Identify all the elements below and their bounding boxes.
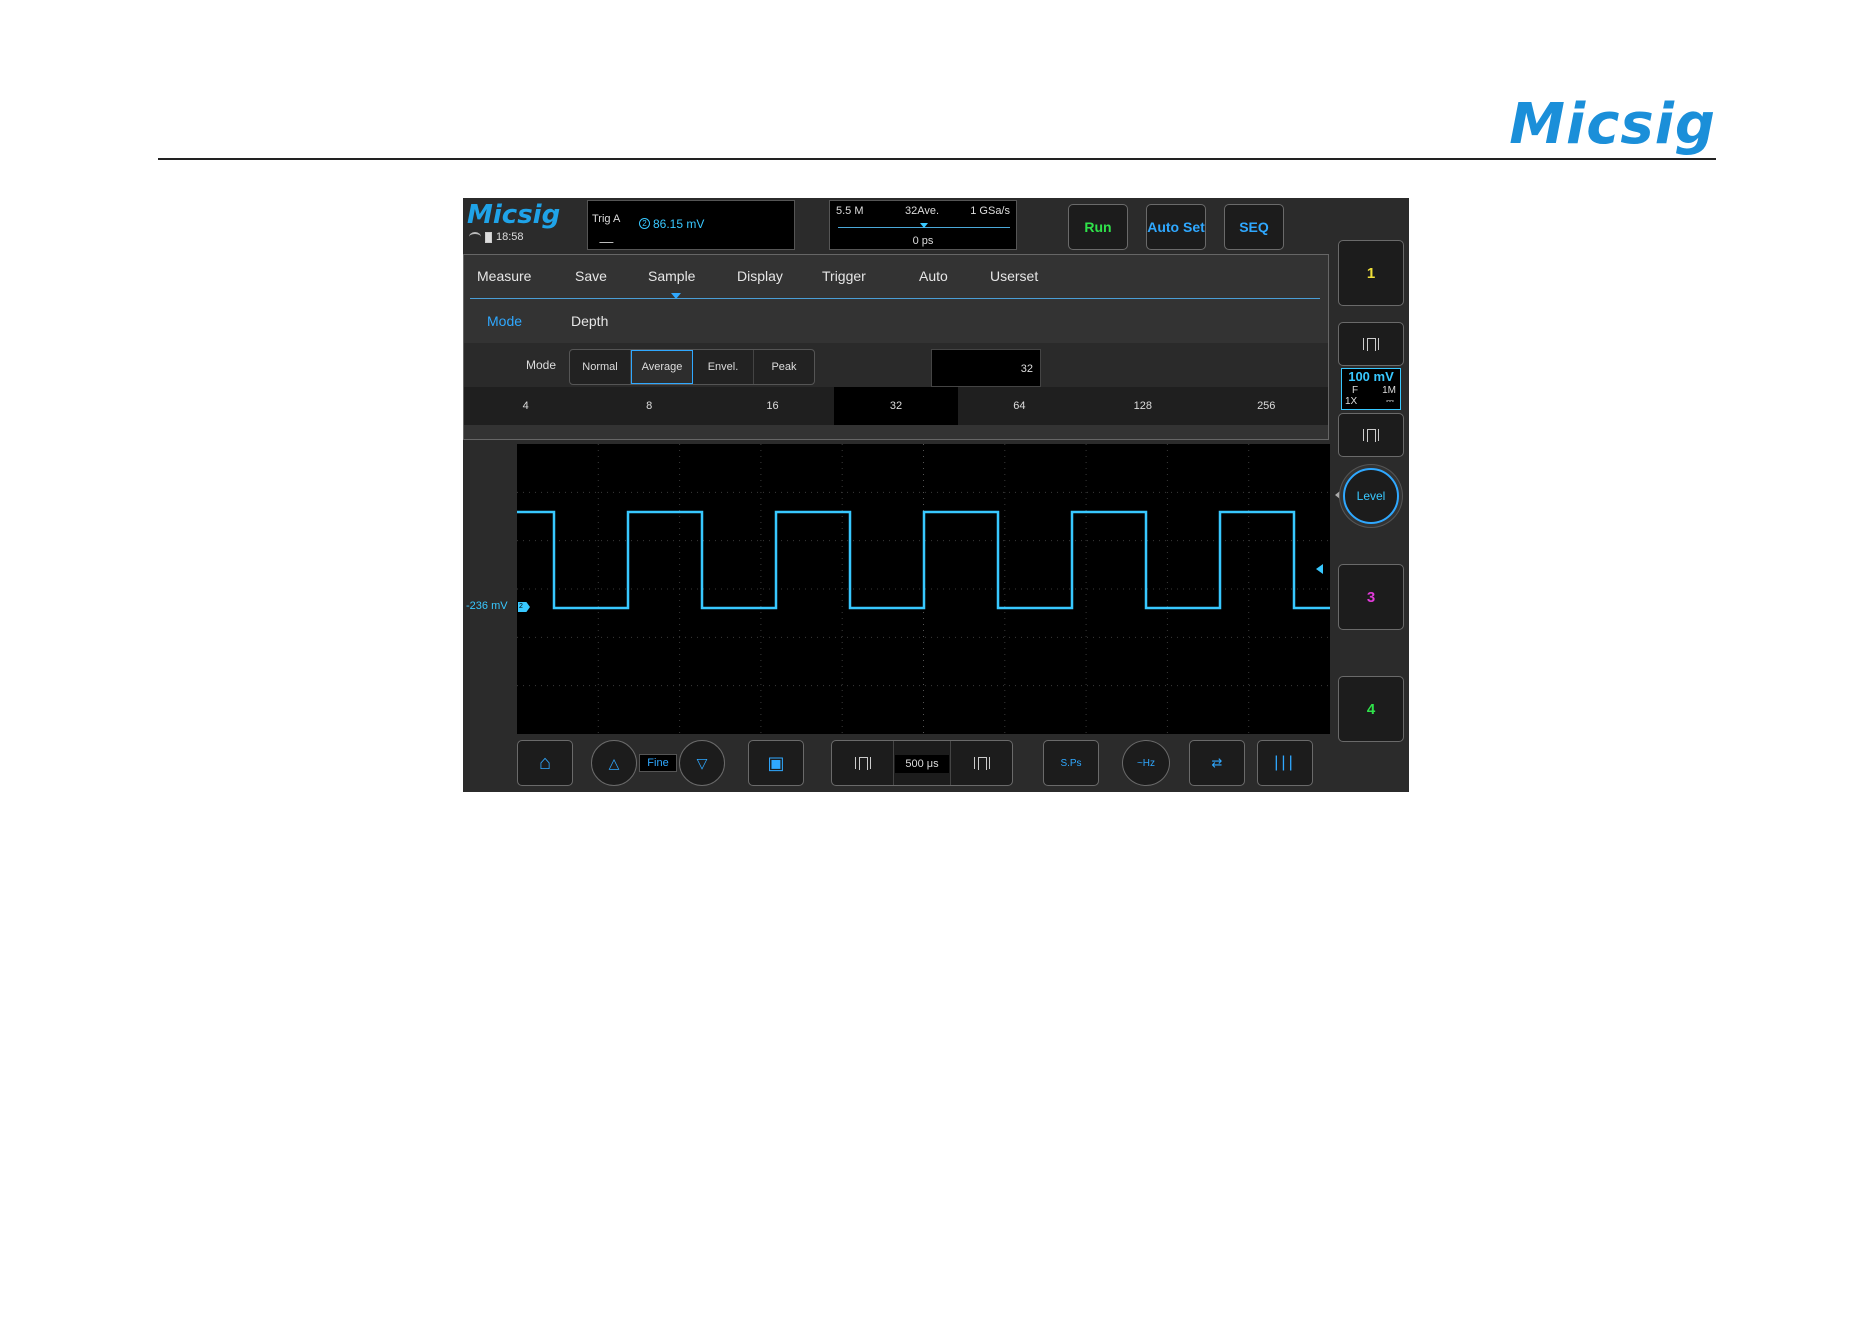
fine-up-button[interactable]: △ xyxy=(591,740,637,786)
level-pointer-icon xyxy=(1335,491,1340,499)
subtab-depth[interactable]: Depth xyxy=(571,313,608,329)
swap-icon: ⇄ xyxy=(1211,755,1223,770)
tab-measure[interactable]: Measure xyxy=(477,268,531,284)
average-count-options: 4 8 16 32 64 128 256 xyxy=(464,387,1328,425)
tab-underline xyxy=(470,298,1320,299)
average-count-field[interactable]: 32 xyxy=(931,349,1041,387)
tab-sample[interactable]: Sample xyxy=(648,268,695,284)
save-icon: ▣ xyxy=(767,752,785,773)
channel-1-button[interactable]: 1 xyxy=(1338,240,1404,306)
trigger-position-marker xyxy=(920,223,928,228)
memory-depth: 5.5 M xyxy=(836,205,864,217)
run-button[interactable]: Run xyxy=(1068,204,1128,250)
pulse-icon xyxy=(1363,429,1379,442)
count-option-256[interactable]: 256 xyxy=(1205,387,1328,425)
cursor-button[interactable]: ||| xyxy=(1257,740,1313,786)
oscilloscope-screen: Micsig 18:58 Trig A 2 86.15 mV 5.5 M 32A… xyxy=(463,198,1409,792)
count-option-16[interactable]: 16 xyxy=(711,387,834,425)
channel-2-info[interactable]: 100 mV F 1M 1X ⎓ xyxy=(1341,368,1401,410)
trigger-level-value: 86.15 mV xyxy=(653,217,705,231)
mode-label: Mode xyxy=(526,358,557,372)
count-option-128[interactable]: 128 xyxy=(1081,387,1204,425)
trigger-channel-badge: 2 xyxy=(639,218,650,229)
mode-peak-button[interactable]: Peak xyxy=(754,350,814,384)
triangle-down-icon: ▽ xyxy=(696,754,708,771)
timebase-decrease-button[interactable] xyxy=(832,741,894,785)
manual-page: Micsig Micsig 18:58 Trig A 2 86.15 mV 5.… xyxy=(0,0,1872,1324)
scope-logo: Micsig xyxy=(467,200,561,230)
status-row: 18:58 xyxy=(469,231,524,243)
average-count: 32Ave. xyxy=(905,205,940,217)
tab-userset[interactable]: Userset xyxy=(990,268,1038,284)
horizontal-offset: 0 ps xyxy=(912,235,934,247)
home-button[interactable]: ⌂ xyxy=(517,740,573,786)
pulse-train-icon xyxy=(854,757,871,770)
wifi-icon xyxy=(469,232,481,242)
autoset-button[interactable]: Auto Set xyxy=(1146,204,1206,250)
pulse-icon xyxy=(973,757,990,770)
seq-button[interactable]: SEQ xyxy=(1224,204,1284,250)
rising-edge-icon xyxy=(599,233,619,243)
timebase-increase-button[interactable] xyxy=(950,741,1012,785)
mode-normal-button[interactable]: Normal xyxy=(570,350,631,384)
sample-menu-panel: Measure Save Sample Display Trigger Auto… xyxy=(463,254,1329,440)
channel-2-bandwidth: F xyxy=(1352,385,1359,396)
active-tab-indicator xyxy=(671,293,681,299)
pulse-icon xyxy=(1363,338,1379,351)
mode-envelope-button[interactable]: Envel. xyxy=(693,350,754,384)
sample-rate: 1 GSa/s xyxy=(970,205,1010,217)
channel-4-button[interactable]: 4 xyxy=(1338,676,1404,742)
count-option-64[interactable]: 64 xyxy=(958,387,1081,425)
mode-average-button[interactable]: Average xyxy=(631,350,693,384)
trigger-level-arrow xyxy=(1316,564,1323,574)
subtab-mode[interactable]: Mode xyxy=(487,313,522,329)
channel-2-probe: 1X xyxy=(1345,396,1358,407)
tab-trigger[interactable]: Trigger xyxy=(822,268,866,284)
fine-adjust-group: △ Fine ▽ xyxy=(591,740,725,786)
channel-2-scale-up-button[interactable] xyxy=(1338,322,1404,366)
count-option-8[interactable]: 8 xyxy=(587,387,710,425)
cursor-icon: ||| xyxy=(1274,754,1296,771)
battery-icon xyxy=(485,231,492,243)
frequency-counter-button[interactable]: ~Hz xyxy=(1122,740,1170,786)
tab-display[interactable]: Display xyxy=(737,268,783,284)
tab-auto[interactable]: Auto xyxy=(919,268,948,284)
header-rule xyxy=(158,158,1716,160)
fine-down-button[interactable]: ▽ xyxy=(679,740,725,786)
timebase-value: 500 μs xyxy=(895,755,949,773)
count-option-4[interactable]: 4 xyxy=(464,387,587,425)
clock-time: 18:58 xyxy=(496,231,524,243)
channel-3-button[interactable]: 3 xyxy=(1338,564,1404,630)
acquisition-info-box[interactable]: 5.5 M 32Ave. 1 GSa/s 0 ps xyxy=(829,200,1017,250)
menu-tabs: Measure Save Sample Display Trigger Auto… xyxy=(464,255,1328,299)
timebase-control: 500 μs xyxy=(831,740,1013,786)
screenshot-button[interactable]: S.Ps xyxy=(1043,740,1099,786)
channel-2-impedance: 1M xyxy=(1382,385,1396,396)
trigger-info-box[interactable]: Trig A 2 86.15 mV xyxy=(587,200,795,250)
channel-2-waveform xyxy=(517,510,1330,610)
mode-row: Mode Normal Average Envel. Peak 32 xyxy=(464,343,1328,387)
trigger-label: Trig A xyxy=(592,213,621,225)
document-logo: Micsig xyxy=(1509,92,1716,157)
level-knob[interactable]: Level xyxy=(1343,468,1399,524)
quick-save-button[interactable]: ▣ xyxy=(748,740,804,786)
mode-selector: Normal Average Envel. Peak xyxy=(569,349,815,385)
dc-coupling-icon: ⎓ xyxy=(1386,396,1394,407)
channel-offset-label: -236 mV xyxy=(466,600,508,612)
count-option-32[interactable]: 32 xyxy=(834,387,958,425)
channel-2-volts-per-div: 100 mV xyxy=(1348,369,1394,384)
swap-button[interactable]: ⇄ xyxy=(1189,740,1245,786)
tab-save[interactable]: Save xyxy=(575,268,607,284)
waveform-display[interactable] xyxy=(517,444,1330,734)
fine-toggle[interactable]: Fine xyxy=(639,754,677,772)
channel-2-scale-down-button[interactable] xyxy=(1338,413,1404,457)
waveform-grid xyxy=(517,444,1330,734)
triangle-up-icon: △ xyxy=(608,754,620,771)
home-icon: ⌂ xyxy=(538,751,552,774)
